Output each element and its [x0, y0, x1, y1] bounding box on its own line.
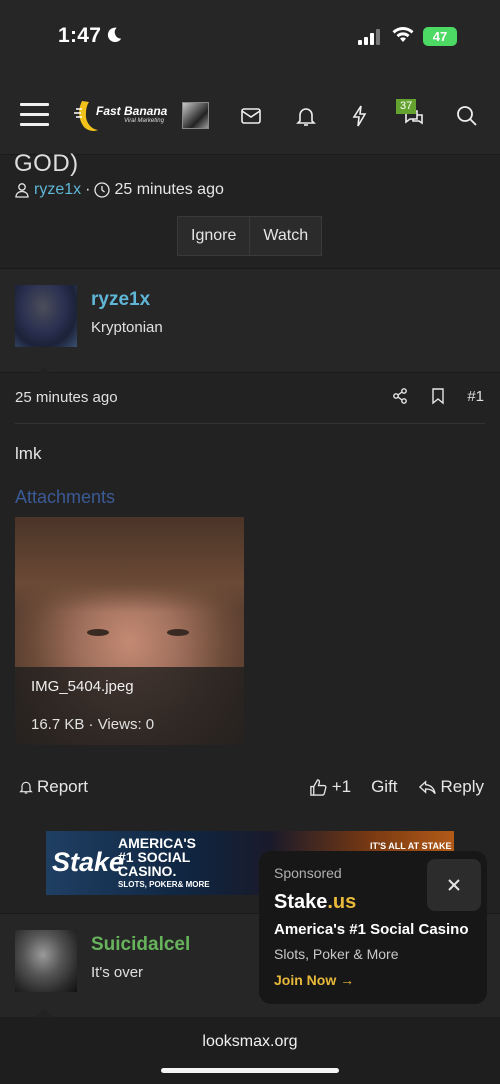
- post: ryze1x Kryptonian 25 minutes ago #1 lmk …: [0, 268, 500, 818]
- lightning-icon[interactable]: [348, 104, 372, 128]
- clock-icon: [94, 182, 111, 198]
- post-footer-actions: +1 Gift Reply: [309, 777, 484, 797]
- like-label: +1: [331, 777, 352, 796]
- sponsored-label: Sponsored: [274, 865, 342, 881]
- bookmark-icon[interactable]: [429, 387, 447, 405]
- ad-right-text: IT'S ALL AT STAKE: [370, 841, 452, 851]
- status-time: 1:47: [58, 24, 102, 47]
- author-avatar[interactable]: [15, 930, 77, 992]
- thumbs-up-icon: [309, 778, 327, 796]
- ad-sub: SLOTS, POKER& MORE: [118, 880, 210, 889]
- cellular-signal-icon: [358, 29, 380, 45]
- sponsor-headline: America's #1 Social Casino: [274, 921, 469, 938]
- ad-brand: Stake: [52, 847, 125, 877]
- thread-meta: ryze1x · 25 minutes ago: [14, 181, 224, 199]
- attachments-heading: Attachments: [15, 487, 116, 507]
- inbox-icon[interactable]: [239, 104, 263, 128]
- attachment-info: 16.7 KB · Views: 0: [31, 716, 155, 733]
- attachment-thumbnail[interactable]: IMG_5404.jpeg 16.7 KB · Views: 0: [15, 517, 244, 745]
- thread-title: GOD): [14, 150, 79, 177]
- post-author-bar: ryze1x Kryptonian: [0, 269, 500, 376]
- logo-text: Fast Banana: [96, 104, 168, 118]
- sponsored-popup[interactable]: Sponsored Stake.us America's #1 Social C…: [259, 851, 487, 1004]
- sponsor-description: Slots, Poker & More: [274, 946, 399, 962]
- logo-tagline: Viral Marketing: [124, 118, 164, 124]
- bell-icon[interactable]: [294, 104, 318, 128]
- divider: [15, 423, 485, 424]
- author-name[interactable]: ryze1x: [91, 289, 150, 311]
- moon-icon: [107, 27, 122, 43]
- author-avatar[interactable]: [15, 285, 77, 347]
- author-arrow: [34, 367, 54, 376]
- thread-time[interactable]: 25 minutes ago: [114, 181, 223, 199]
- status-bar: 1:47 47: [0, 0, 500, 80]
- conversations-badge: 37: [396, 99, 417, 114]
- fast-banana-logo[interactable]: Fast Banana Viral Marketing: [72, 97, 170, 133]
- post-body: lmk: [15, 444, 42, 463]
- search-icon[interactable]: [455, 104, 479, 128]
- gift-button[interactable]: Gift: [371, 777, 397, 797]
- like-button[interactable]: +1: [309, 777, 351, 797]
- menu-icon[interactable]: [20, 103, 49, 127]
- reply-button[interactable]: Reply: [418, 777, 484, 797]
- author-name[interactable]: Suicidalcel: [91, 934, 190, 956]
- share-icon[interactable]: [391, 387, 409, 405]
- user-avatar[interactable]: [182, 102, 209, 129]
- post-number[interactable]: #1: [467, 388, 484, 405]
- sponsor-brand: Stake.us: [274, 891, 357, 913]
- url-text[interactable]: looksmax.org: [0, 1033, 500, 1051]
- close-icon[interactable]: [427, 859, 481, 911]
- ad-slogan: AMERICA'S #1 SOCIAL CASINO.: [118, 835, 196, 879]
- attachment-filename: IMG_5404.jpeg: [31, 678, 134, 695]
- join-now-link[interactable]: Join Now →: [274, 972, 354, 988]
- report-label: Report: [37, 777, 89, 796]
- bell-icon: [19, 781, 33, 794]
- browser-url-bar[interactable]: looksmax.org: [0, 1017, 500, 1084]
- home-indicator[interactable]: [161, 1068, 339, 1073]
- battery-indicator: 47: [423, 27, 457, 46]
- reply-icon: [418, 779, 436, 794]
- thread-author-link[interactable]: ryze1x: [34, 181, 81, 199]
- post-actions: #1: [391, 387, 484, 405]
- report-button[interactable]: Report: [18, 777, 88, 797]
- author-user-title: Kryptonian: [91, 319, 163, 336]
- post-time[interactable]: 25 minutes ago: [15, 389, 118, 406]
- author-user-title: It's over: [91, 964, 144, 981]
- user-icon: [15, 183, 29, 198]
- meta-separator: ·: [85, 181, 91, 198]
- watch-button[interactable]: Watch: [249, 217, 321, 255]
- wifi-icon: [392, 27, 414, 42]
- ignore-button[interactable]: Ignore: [178, 217, 249, 255]
- reply-label: Reply: [440, 777, 484, 796]
- top-navbar: Fast Banana Viral Marketing 37: [0, 80, 500, 155]
- thread-actions: Ignore Watch: [177, 216, 323, 256]
